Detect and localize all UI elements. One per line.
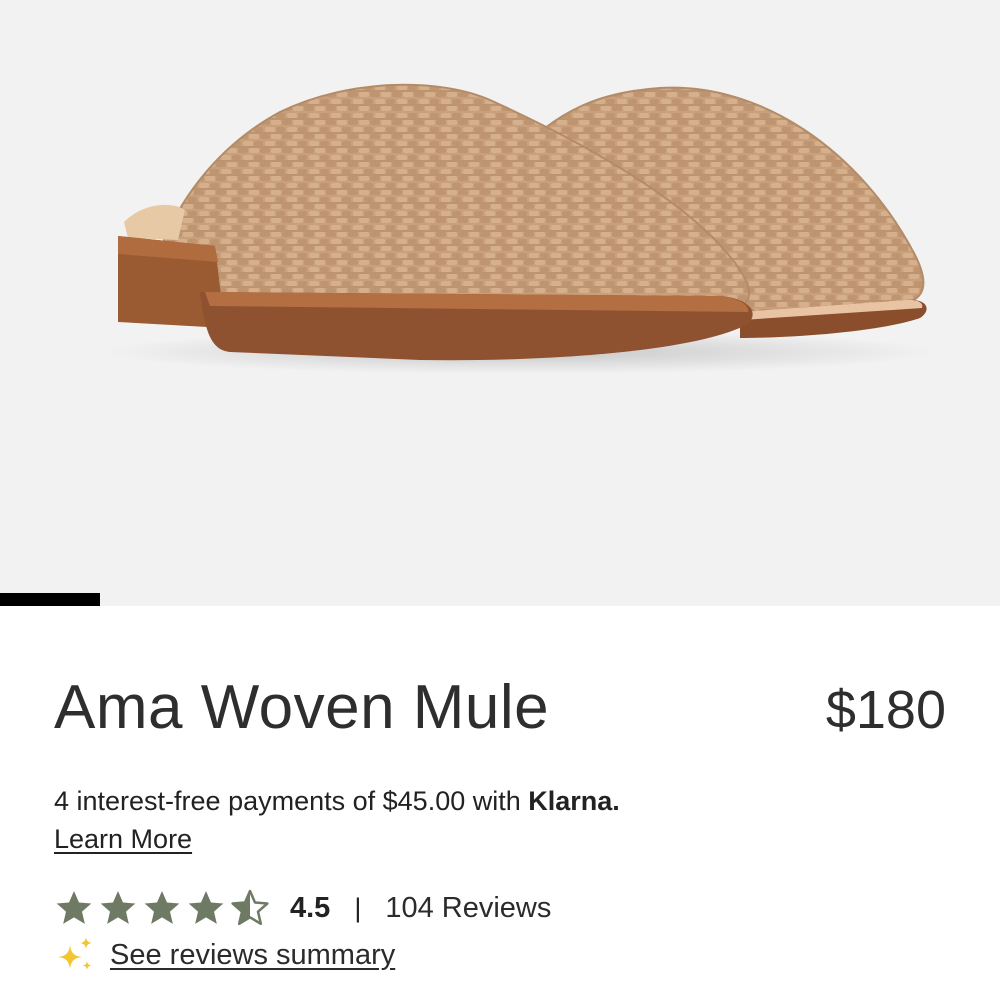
rating-separator: | [354, 892, 362, 923]
star-half-icon [231, 889, 269, 926]
shoe-illustration [100, 83, 940, 374]
star-icon [100, 891, 136, 924]
review-count-link[interactable]: 104 Reviews [385, 892, 551, 925]
product-price: $180 [825, 680, 946, 740]
financing-description: 4 interest-free payments of $45.00 with [54, 786, 529, 816]
rating-row[interactable]: 4.5 | 104 Reviews [54, 886, 551, 930]
product-header: Ama Woven Mule $180 [54, 668, 946, 758]
klarna-logo: Klarna. [528, 786, 620, 816]
learn-more-link[interactable]: Learn More [54, 821, 192, 857]
star-icon [56, 891, 92, 924]
reviews-summary[interactable]: See reviews summary [54, 932, 395, 978]
star-icon [144, 891, 180, 924]
sparkle-icon [58, 937, 92, 970]
financing-text: 4 interest-free payments of $45.00 with … [54, 783, 620, 819]
product-title: Ama Woven Mule [54, 673, 550, 742]
rating-value: 4.5 [290, 891, 331, 924]
star-icon [188, 891, 224, 924]
product-image[interactable] [0, 0, 1000, 606]
star-rating [54, 888, 270, 928]
carousel-indicator[interactable] [0, 593, 100, 606]
see-reviews-summary-link[interactable]: See reviews summary [110, 939, 395, 972]
